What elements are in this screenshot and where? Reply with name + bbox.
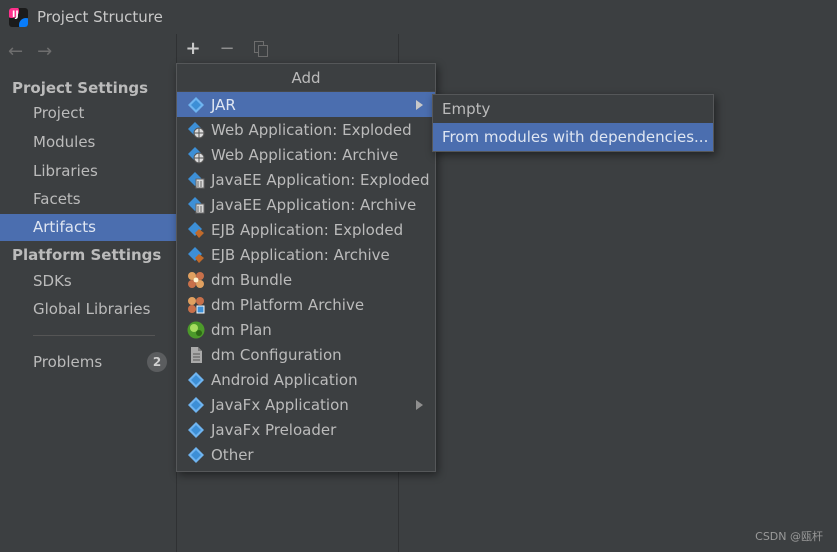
submenu-arrow-icon [416, 400, 423, 410]
sidebar-item-facets[interactable]: Facets [0, 186, 176, 213]
javaee-icon [187, 171, 205, 189]
ejb-icon [187, 246, 205, 264]
menu-item-label: JavaFx Preloader [211, 420, 337, 439]
ejb-icon [187, 221, 205, 239]
project-settings-heading: Project Settings [12, 79, 149, 97]
watermark-text: CSDN @瓯杆 [755, 530, 823, 543]
menu-item-dm-platform-archive[interactable]: dm Platform Archive [177, 292, 435, 317]
artifact-icon [187, 446, 205, 464]
menu-item-other[interactable]: Other [177, 442, 435, 467]
menu-item-label: JavaFx Application [211, 395, 349, 414]
menu-item-dm-configuration[interactable]: dm Configuration [177, 342, 435, 367]
menu-item-web-archive[interactable]: Web Application: Archive [177, 142, 435, 167]
menu-item-javafx-preloader[interactable]: JavaFx Preloader [177, 417, 435, 442]
sidebar-item-libraries[interactable]: Libraries [0, 158, 176, 185]
submenu-item-empty[interactable]: Empty [433, 95, 713, 123]
problems-count-badge: 2 [147, 352, 167, 372]
web-app-icon [187, 146, 205, 164]
artifacts-toolbar: + − [182, 38, 272, 60]
menu-item-label: JavaEE Application: Exploded [211, 170, 430, 189]
menu-item-javaee-archive[interactable]: JavaEE Application: Archive [177, 192, 435, 217]
web-app-icon [187, 121, 205, 139]
menu-item-dm-plan[interactable]: dm Plan [177, 317, 435, 342]
submenu-arrow-icon [416, 100, 423, 110]
submenu-item-from-modules[interactable]: From modules with dependencies... [433, 123, 713, 151]
sidebar-item-sdks[interactable]: SDKs [0, 268, 176, 295]
dm-plan-icon [187, 321, 205, 339]
menu-item-android[interactable]: Android Application [177, 367, 435, 392]
menu-item-label: Web Application: Archive [211, 145, 399, 164]
sidebar-item-project[interactable]: Project [0, 100, 176, 127]
platform-settings-heading: Platform Settings [12, 246, 162, 264]
menu-item-label: dm Bundle [211, 270, 293, 289]
dm-platform-icon [187, 296, 205, 314]
javaee-icon [187, 196, 205, 214]
sidebar-separator [33, 335, 155, 336]
dm-config-icon [187, 346, 205, 364]
menu-item-ejb-archive[interactable]: EJB Application: Archive [177, 242, 435, 267]
menu-item-label: EJB Application: Exploded [211, 220, 404, 239]
minus-icon[interactable]: − [216, 38, 238, 60]
plus-icon[interactable]: + [182, 38, 204, 60]
menu-item-label: Web Application: Exploded [211, 120, 412, 139]
menu-item-label: dm Plan [211, 320, 272, 339]
sidebar-item-modules[interactable]: Modules [0, 129, 176, 156]
menu-header: Add [177, 64, 435, 92]
android-icon [187, 371, 205, 389]
jar-submenu: Empty From modules with dependencies... [432, 94, 714, 152]
menu-item-label: Other [211, 445, 254, 464]
jar-icon [187, 96, 205, 114]
copy-icon[interactable] [250, 38, 272, 60]
menu-item-web-exploded[interactable]: Web Application: Exploded [177, 117, 435, 142]
menu-item-label: Android Application [211, 370, 358, 389]
settings-sidebar: ← → Project Settings Project Modules Lib… [0, 34, 176, 552]
title-bar: IJ Project Structure [0, 0, 837, 34]
intellij-logo-icon: IJ [9, 7, 28, 27]
forward-arrow-icon[interactable]: → [37, 41, 52, 62]
menu-item-javaee-exploded[interactable]: JavaEE Application: Exploded [177, 167, 435, 192]
add-artifact-menu: Add JAR Web Application: Exploded Web Ap… [176, 63, 436, 472]
sidebar-item-artifacts[interactable]: Artifacts [0, 214, 176, 241]
javafx-icon [187, 396, 205, 414]
dm-bundle-icon [187, 271, 205, 289]
menu-item-label: dm Configuration [211, 345, 342, 364]
menu-item-label: EJB Application: Archive [211, 245, 390, 264]
menu-item-label: dm Platform Archive [211, 295, 365, 314]
menu-item-label: JAR [211, 95, 236, 114]
javafx-icon [187, 421, 205, 439]
sidebar-item-global-libraries[interactable]: Global Libraries [0, 296, 176, 323]
nav-arrows: ← → [8, 41, 52, 62]
window-title: Project Structure [37, 8, 163, 26]
menu-item-javafx-application[interactable]: JavaFx Application [177, 392, 435, 417]
menu-item-label: JavaEE Application: Archive [211, 195, 417, 214]
menu-item-dm-bundle[interactable]: dm Bundle [177, 267, 435, 292]
back-arrow-icon[interactable]: ← [8, 41, 23, 62]
menu-item-jar[interactable]: JAR [177, 92, 435, 117]
menu-item-ejb-exploded[interactable]: EJB Application: Exploded [177, 217, 435, 242]
